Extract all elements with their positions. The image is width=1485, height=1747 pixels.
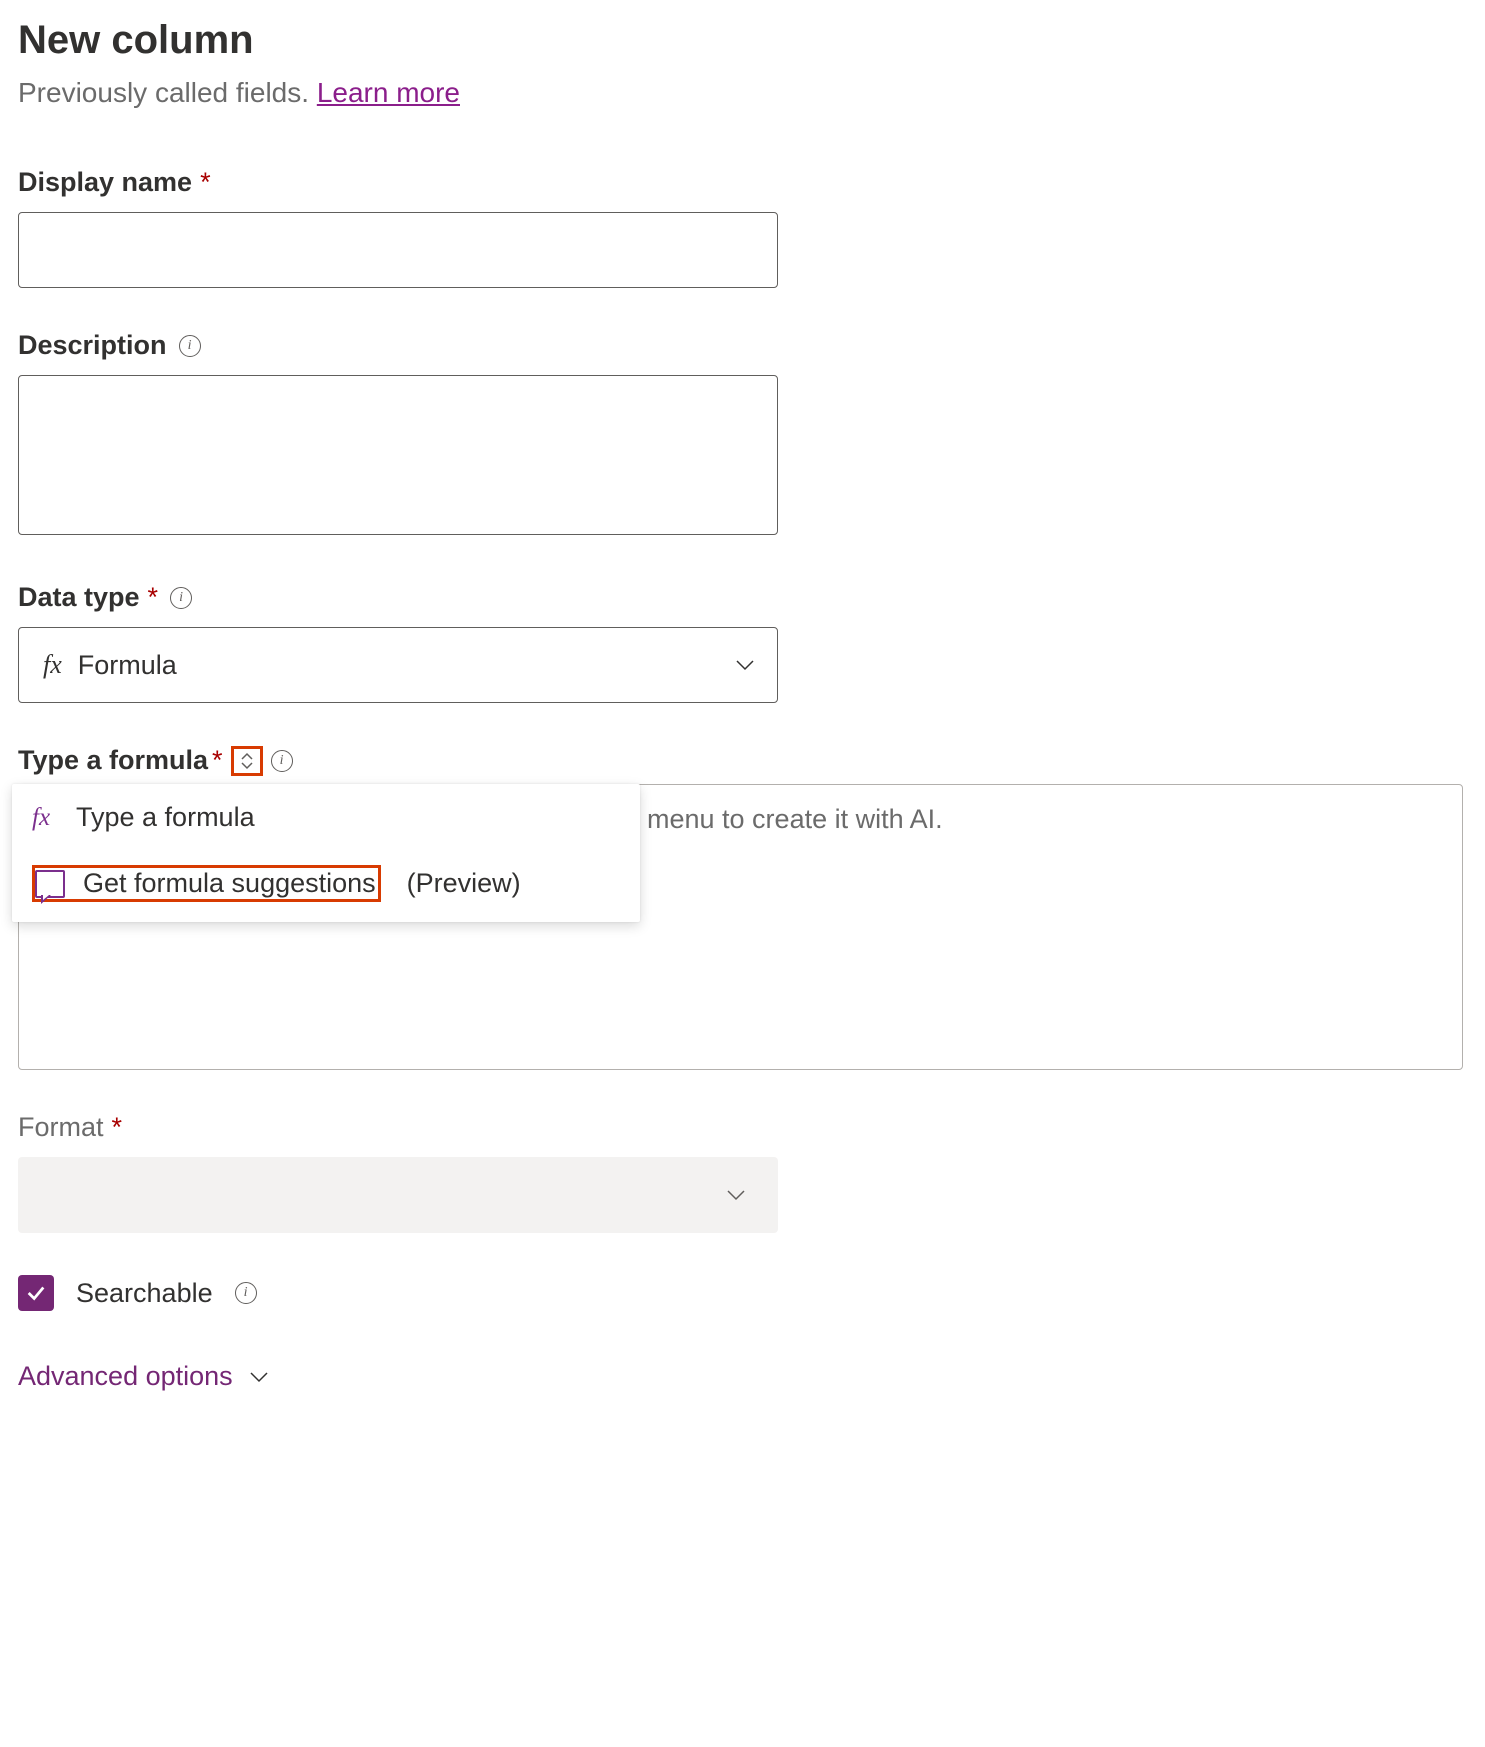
preview-label: (Preview) (407, 868, 521, 899)
advanced-options-toggle[interactable]: Advanced options (18, 1361, 1467, 1392)
data-type-select[interactable]: fx Formula (18, 627, 778, 703)
chevron-down-icon (247, 1365, 271, 1389)
advanced-options-label: Advanced options (18, 1361, 233, 1392)
chat-icon (35, 870, 65, 898)
required-star: * (112, 1112, 123, 1143)
searchable-checkbox[interactable] (18, 1275, 54, 1311)
data-type-value: Formula (78, 650, 177, 681)
chevron-down-icon (724, 1183, 748, 1207)
formula-label: Type a formula (18, 745, 208, 776)
fx-icon: fx (32, 804, 58, 832)
display-name-group: Display name * (18, 167, 1467, 288)
learn-more-link[interactable]: Learn more (317, 77, 460, 108)
display-name-label: Display name (18, 167, 192, 198)
info-icon[interactable]: i (179, 335, 201, 357)
menu-item-get-suggestions[interactable]: Get formula suggestions (Preview) (12, 851, 640, 922)
fx-icon: fx (43, 650, 62, 680)
required-star: * (212, 745, 223, 776)
description-input[interactable] (18, 375, 778, 535)
subtitle: Previously called fields. Learn more (18, 77, 1467, 109)
searchable-row: Searchable i (18, 1275, 1467, 1311)
info-icon[interactable]: i (271, 750, 293, 772)
data-type-label: Data type (18, 582, 140, 613)
searchable-label: Searchable (76, 1278, 213, 1309)
format-group: Format * (18, 1112, 1467, 1233)
info-icon[interactable]: i (170, 587, 192, 609)
data-type-group: Data type * i fx Formula (18, 582, 1467, 703)
required-star: * (148, 582, 159, 613)
menu-item-label: Type a formula (76, 802, 255, 833)
format-label: Format (18, 1112, 104, 1143)
check-icon (25, 1282, 47, 1304)
formula-group: Type a formula * i menu to create it wit… (18, 745, 1467, 1070)
info-icon[interactable]: i (235, 1282, 257, 1304)
page-title: New column (18, 18, 1467, 63)
description-group: Description i (18, 330, 1467, 540)
formula-placeholder-tail: menu to create it with AI. (647, 804, 943, 835)
required-star: * (200, 167, 211, 198)
chevron-down-icon (733, 653, 757, 677)
menu-item-label: Get formula suggestions (83, 868, 376, 899)
description-label: Description (18, 330, 167, 361)
menu-item-type-formula[interactable]: fx Type a formula (12, 784, 640, 851)
formula-dropdown-toggle[interactable] (231, 746, 263, 776)
formula-dropdown-menu: fx Type a formula Get formula suggestion… (12, 784, 640, 922)
subtitle-text: Previously called fields. (18, 77, 317, 108)
format-select[interactable] (18, 1157, 778, 1233)
display-name-input[interactable] (18, 212, 778, 288)
